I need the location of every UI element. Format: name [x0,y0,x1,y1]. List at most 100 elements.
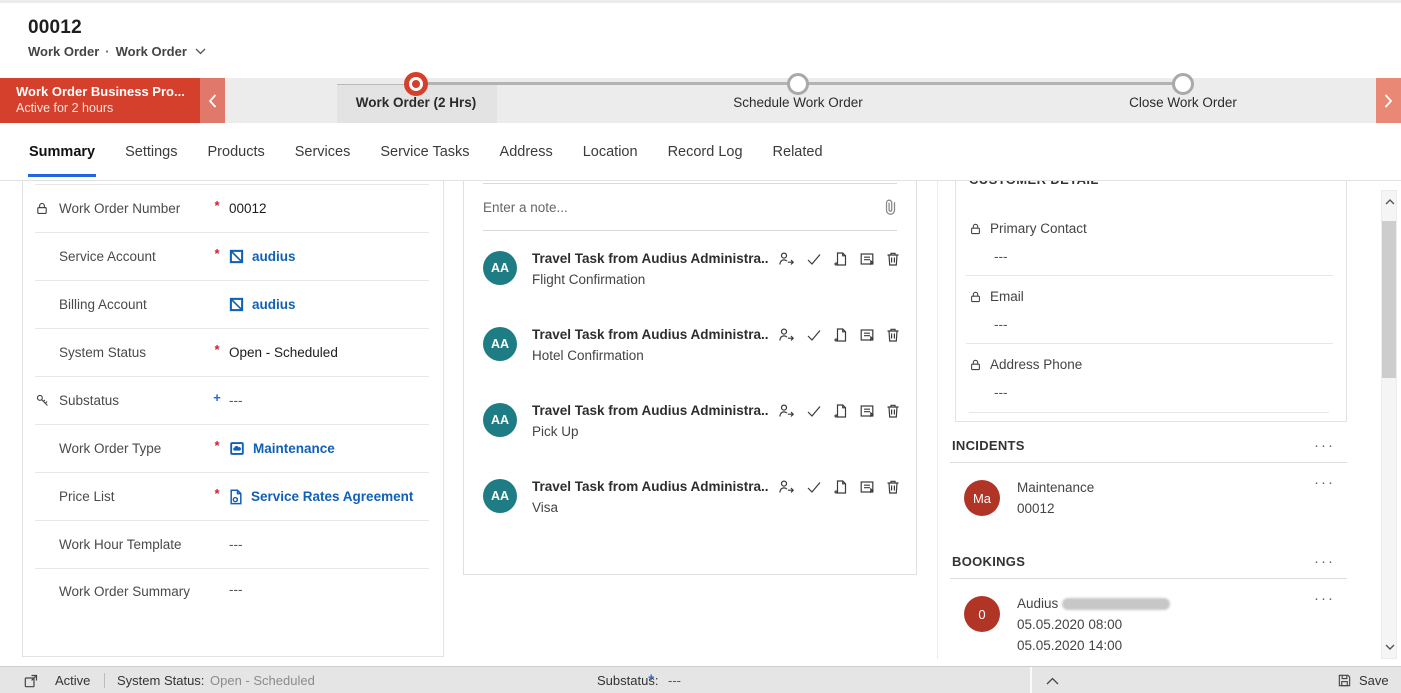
avatar: AA [483,479,517,513]
tab-services[interactable]: Services [294,127,352,177]
complete-check-icon[interactable] [806,327,822,343]
field-value[interactable]: 00012 [229,201,429,216]
required-marker [205,302,229,308]
tab-settings[interactable]: Settings [124,127,178,177]
field-value[interactable]: --- [229,537,243,552]
form-popout-icon[interactable] [23,667,39,693]
vertical-scrollbar[interactable] [1381,190,1397,659]
incident-name: Maintenance [1017,477,1094,498]
bpf-stage-schedule-label[interactable]: Schedule Work Order [733,95,863,110]
open-note-icon[interactable] [859,403,875,419]
assign-icon[interactable] [778,327,795,343]
delete-icon[interactable] [886,327,900,343]
lookup-value[interactable]: audius [229,249,429,264]
chevron-down-icon[interactable] [195,48,206,55]
lock-icon [969,222,982,236]
timeline-item-title[interactable]: Travel Task from Audius Administra... [532,479,768,494]
timeline-item: AA Travel Task from Audius Administra...… [464,315,916,391]
avatar: AA [483,403,517,437]
bpf-process-flyout[interactable]: Work Order Business Pro... Active for 2 … [0,78,200,123]
footer-system-status-value: Open - Scheduled [210,667,315,693]
open-note-icon[interactable] [859,327,875,343]
footer-divider [104,673,105,688]
incident-row[interactable]: Ma Maintenance 00012 ··· [950,463,1347,519]
tab-summary[interactable]: Summary [28,127,96,177]
bpf-stage-circle-icon[interactable] [787,73,809,95]
record-state: Active [55,667,90,693]
delete-icon[interactable] [886,251,900,267]
column-separator [937,181,938,659]
field-value[interactable]: --- [994,317,1333,332]
lookup-value[interactable]: Service Rates Agreement [229,489,429,505]
booking-row[interactable]: 0 Audius 05.05.2020 08:00 05.05.2020 14:… [950,579,1347,656]
field-value[interactable]: --- [229,393,243,408]
field-value[interactable]: --- [994,249,1333,264]
timeline-item: AA Travel Task from Audius Administra...… [464,239,916,315]
form-selector[interactable]: Work Order [116,44,187,59]
tab-address[interactable]: Address [499,127,554,177]
field-system-status: System Status * Open - Scheduled [35,329,429,377]
assign-icon[interactable] [778,251,795,267]
field-label: Work Order Summary [59,582,205,602]
delete-icon[interactable] [886,403,900,419]
timeline-item-title[interactable]: Travel Task from Audius Administra... [532,403,768,418]
scrollbar-thumb[interactable] [1382,221,1396,378]
timeline-item-title[interactable]: Travel Task from Audius Administra... [532,251,768,266]
record-header: 00012 Work Order · Work Order [0,0,1401,70]
footer-substatus-value[interactable]: --- [668,667,681,693]
bpf-stage-work-order-label[interactable]: Work Order (2 Hrs) [356,95,477,110]
add-document-icon[interactable] [833,251,848,267]
bpf-back-button[interactable] [200,78,225,123]
field-service-account: Service Account * audius [35,233,429,281]
field-address-phone: Address Phone --- [966,344,1333,412]
complete-check-icon[interactable] [806,403,822,419]
chevron-right-icon [1384,94,1393,108]
field-value[interactable]: --- [994,385,1333,400]
tab-record-log[interactable]: Record Log [667,127,744,177]
scroll-up-icon[interactable] [1383,195,1396,209]
lookup-value[interactable]: audius [229,297,429,312]
record-title: 00012 [28,17,1401,39]
add-document-icon[interactable] [833,327,848,343]
more-commands-icon[interactable]: ··· [1314,442,1335,450]
open-note-icon[interactable] [859,251,875,267]
tab-location[interactable]: Location [582,127,639,177]
form-body: Work Order Number * 00012 Service Accoun… [0,181,1401,666]
timeline-item-subtitle: Pick Up [532,424,900,439]
paperclip-icon[interactable] [884,198,897,216]
more-commands-icon[interactable]: ··· [1314,558,1335,566]
assign-icon[interactable] [778,403,795,419]
more-commands-icon[interactable]: ··· [1314,595,1335,656]
lookup-value[interactable]: Maintenance [229,441,429,456]
bpf-active-stage-icon[interactable] [404,72,428,96]
add-document-icon[interactable] [833,479,848,495]
delete-icon[interactable] [886,479,900,495]
field-value[interactable]: --- [229,582,243,597]
incident-number: 00012 [1017,498,1094,519]
tab-products[interactable]: Products [207,127,266,177]
tab-related[interactable]: Related [772,127,824,177]
bpf-stage-close-label[interactable]: Close Work Order [1129,95,1237,110]
field-label: Price List [59,487,205,507]
bpf-next-stage-button[interactable] [1376,78,1401,123]
add-document-icon[interactable] [833,403,848,419]
collapse-footer-icon[interactable] [1046,667,1059,693]
complete-check-icon[interactable] [806,479,822,495]
field-label: Work Hour Template [59,535,205,555]
bpf-stage-circle-icon[interactable] [1172,73,1194,95]
more-commands-icon[interactable]: ··· [1314,479,1335,519]
open-note-icon[interactable] [859,479,875,495]
timeline-item-title[interactable]: Travel Task from Audius Administra... [532,327,768,342]
required-marker: * [205,198,229,219]
assign-icon[interactable] [778,479,795,495]
complete-check-icon[interactable] [806,251,822,267]
scroll-down-icon[interactable] [1383,640,1396,654]
customer-detail-section: CUSTOMER DETAIL Primary Contact --- Emai… [955,181,1347,422]
timeline-item: AA Travel Task from Audius Administra...… [464,467,916,543]
chevron-left-icon [208,94,217,108]
field-value[interactable]: Open - Scheduled [229,345,429,360]
note-input[interactable] [483,200,884,215]
account-icon [229,297,244,312]
tab-service-tasks[interactable]: Service Tasks [379,127,470,177]
save-button[interactable]: Save [1337,667,1389,693]
